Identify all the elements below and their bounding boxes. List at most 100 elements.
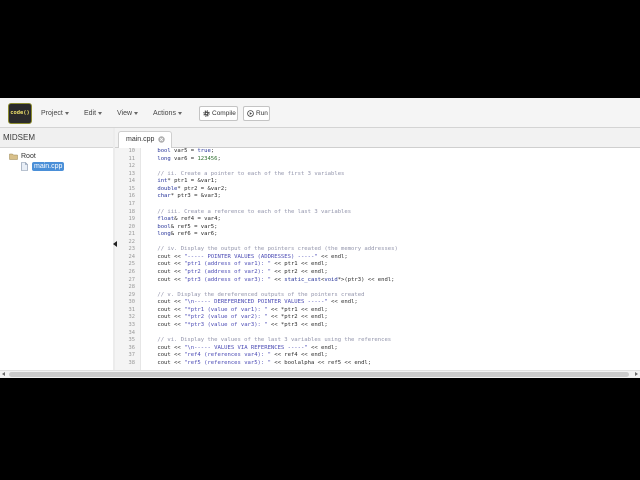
chevron-down-icon	[64, 111, 69, 115]
code-line[interactable]: // ii. Create a pointer to each of the f…	[144, 171, 640, 179]
file-icon	[21, 162, 28, 171]
code-string: "ptr3 (address of var3): "	[184, 276, 271, 283]
tree-file-main-cpp[interactable]: main.cpp	[21, 162, 81, 171]
code-line[interactable]	[144, 163, 640, 171]
top-toolbar: code() Project Edit View Actions Compile…	[0, 98, 640, 128]
ide-window: code() Project Edit View Actions Compile…	[0, 98, 640, 378]
code-line[interactable]	[144, 284, 640, 292]
code-string: "*ptr2 (value of var2): "	[184, 314, 268, 321]
collapse-sidebar-icon[interactable]	[113, 241, 117, 247]
code-line[interactable]: cout << "*ptr2 (value of var2): " << *pt…	[144, 314, 640, 322]
line-number: 21	[128, 231, 136, 238]
code-comment: // v. Display the dereferenced outputs o…	[157, 291, 365, 298]
code-line[interactable]: cout << "----- POINTER VALUES (ADDRESSES…	[144, 254, 640, 262]
code-line[interactable]: // iv. Display the output of the pointer…	[144, 246, 640, 254]
app-logo[interactable]: code()	[8, 103, 32, 124]
scrollbar-thumb[interactable]	[9, 372, 629, 377]
code-keyword: long	[157, 231, 171, 238]
code-string: "ptr2 (address of var2): "	[184, 269, 271, 275]
code-line[interactable]: float& ref4 = var4;	[144, 216, 640, 224]
line-number: 20	[128, 223, 136, 230]
menu-edit-label: Edit	[84, 110, 97, 117]
horizontal-scrollbar[interactable]	[0, 370, 640, 378]
line-number: 19	[128, 216, 136, 223]
run-button[interactable]: Run	[243, 106, 270, 121]
menu-view-label: View	[117, 110, 133, 117]
code-line[interactable]: cout << "*ptr3 (value of var3): " << *pt…	[144, 322, 640, 330]
code-line[interactable]: cout << "*ptr1 (value of var1): " << *pt…	[144, 307, 640, 315]
code-line[interactable]: cout << "ref4 (references var4): " << re…	[144, 352, 640, 360]
close-icon[interactable]	[158, 136, 165, 143]
line-number: 15	[128, 185, 136, 192]
tree-file-label: main.cpp	[32, 162, 65, 171]
code-line[interactable]: char* ptr3 = &var3;	[144, 193, 640, 201]
code-line[interactable]: // v. Display the dereferenced outputs o…	[144, 292, 640, 300]
tree-folder-root[interactable]: Root	[9, 152, 49, 161]
code-editor: main.cpp 10 11 12 13 14 15 16 17 18 19 20 21 22 23 24 2…	[115, 128, 640, 370]
code-line[interactable]	[144, 239, 640, 247]
menu-view[interactable]: View	[117, 108, 139, 120]
chevron-down-icon	[177, 111, 182, 115]
code-line[interactable]: // iii. Create a reference to each of th…	[144, 209, 640, 217]
code-line[interactable]	[144, 201, 640, 209]
code-area[interactable]: 10 11 12 13 14 15 16 17 18 19 20 21 22 23 24 25 26 27 28 29…	[115, 148, 640, 370]
tab-label: main.cpp	[126, 136, 155, 143]
tree-folder-label: Root	[21, 153, 36, 160]
menu-actions-label: Actions	[153, 110, 176, 117]
code-keyword: bool	[157, 223, 171, 230]
line-number: 35	[128, 337, 136, 344]
code-keyword: bool	[157, 148, 171, 154]
code-content[interactable]: bool var5 = true; long var6 = 123456; //…	[144, 148, 640, 367]
line-number: 10	[128, 148, 136, 154]
code-line[interactable]: cout << "\n----- VALUES VIA REFERENCES -…	[144, 345, 640, 353]
line-number: 30	[128, 299, 136, 306]
menu-project[interactable]: Project	[41, 108, 69, 120]
run-button-label: Run	[256, 110, 268, 117]
code-line[interactable]: cout << "\n----- DEREFERENCED POINTER VA…	[144, 299, 640, 307]
code-comment: // vi. Display the values of the last 3 …	[157, 337, 392, 344]
code-number: 123456	[197, 155, 218, 162]
line-number: 32	[128, 314, 136, 321]
line-number: 29	[128, 291, 136, 298]
code-line[interactable]	[144, 330, 640, 338]
code-line[interactable]: double* ptr2 = &var2;	[144, 186, 640, 194]
code-line[interactable]: cout << "ref5 (references var5): " << bo…	[144, 360, 640, 368]
menu-edit[interactable]: Edit	[84, 108, 103, 120]
code-line[interactable]: cout << "ptr2 (address of var2): " << pt…	[144, 269, 640, 277]
compile-button[interactable]: Compile	[199, 106, 238, 121]
line-number: 31	[128, 306, 136, 313]
code-line[interactable]: long var6 = 123456;	[144, 156, 640, 164]
code-line[interactable]: bool& ref5 = var5;	[144, 224, 640, 232]
scroll-left-icon[interactable]	[2, 372, 5, 376]
tab-main-cpp[interactable]: main.cpp	[118, 131, 172, 148]
code-comment: // iv. Display the output of the pointer…	[157, 246, 398, 253]
code-line[interactable]: long& ref6 = var6;	[144, 231, 640, 239]
line-number: 34	[128, 329, 136, 336]
code-keyword: char	[157, 193, 171, 200]
line-number: 14	[128, 178, 136, 185]
line-number: 17	[128, 200, 136, 207]
code-line[interactable]: cout << "ptr1 (address of var1): " << pt…	[144, 261, 640, 269]
scroll-right-icon[interactable]	[635, 372, 638, 376]
line-number: 25	[128, 261, 136, 268]
code-line[interactable]: bool var5 = true;	[144, 148, 640, 156]
line-number: 22	[128, 238, 136, 245]
code-comment: // ii. Create a pointer to each of the f…	[157, 170, 345, 177]
code-string: "ref5 (references var5): "	[184, 359, 271, 366]
play-circle-icon	[247, 110, 254, 117]
code-keyword: long	[157, 155, 171, 162]
code-string: "ptr1 (address of var1): "	[184, 261, 271, 268]
menu-actions[interactable]: Actions	[153, 108, 182, 120]
folder-icon	[9, 153, 18, 160]
code-string: "*ptr1 (value of var1): "	[184, 306, 268, 313]
code-line[interactable]: // vi. Display the values of the last 3 …	[144, 337, 640, 345]
line-number: 33	[128, 321, 136, 328]
line-number: 13	[128, 170, 136, 177]
chevron-down-icon	[134, 111, 139, 115]
line-number: 16	[128, 193, 136, 200]
code-line[interactable]: cout << "ptr3 (address of var3): " << st…	[144, 277, 640, 285]
code-keyword: static_cast	[284, 276, 322, 283]
code-keyword: true	[197, 148, 211, 154]
code-line[interactable]: int* ptr1 = &var1;	[144, 178, 640, 186]
code-string: "\n----- VALUES VIA REFERENCES -----"	[184, 344, 308, 351]
